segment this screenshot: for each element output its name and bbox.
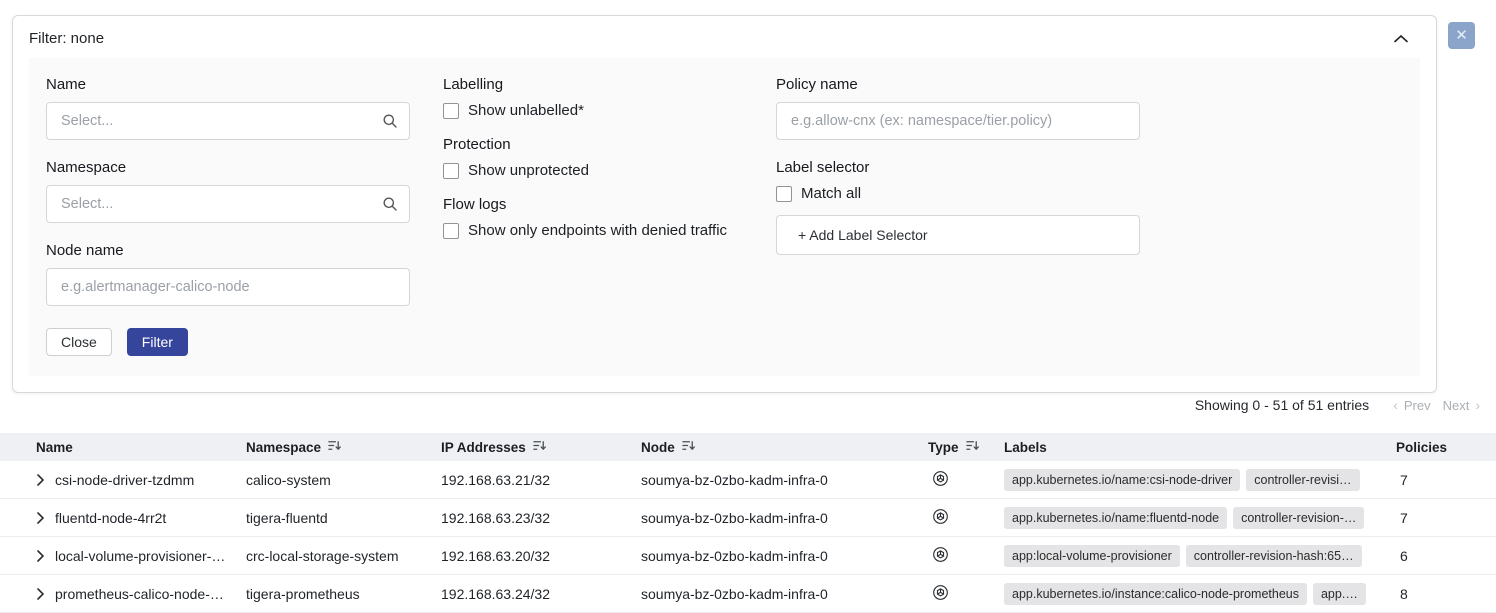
close-panel-button[interactable]: ✕ [1448,22,1475,49]
row-expand-chevron-icon[interactable] [36,512,45,524]
match-all-label: Match all [801,185,861,202]
policies-count: 7 [1396,472,1496,488]
chevron-up-icon [1394,31,1408,46]
match-all-row[interactable]: Match all [776,185,1140,202]
denied-traffic-checkbox[interactable] [443,223,459,239]
policies-count: 8 [1396,586,1496,602]
namespace-cell: tigera-prometheus [246,586,441,602]
sort-icon[interactable] [966,439,979,455]
node-name-field-label: Node name [46,242,410,259]
filter-panel-header: Filter: none [13,16,1436,58]
close-icon: ✕ [1455,28,1468,43]
row-expand-chevron-icon[interactable] [36,550,45,562]
policy-name-input[interactable] [776,102,1140,140]
sort-icon[interactable] [328,439,341,455]
node-cell: soumya-bz-0zbo-kadm-infra-0 [641,510,928,526]
filter-panel: Filter: none Name Namespace [12,15,1437,393]
denied-traffic-row[interactable]: Show only endpoints with denied traffic [443,222,743,239]
labels-cell: app.kubernetes.io/name:fluentd-node cont… [1004,507,1396,529]
add-label-selector-button[interactable]: + Add Label Selector [776,215,1140,255]
policy-name-field-label: Policy name [776,76,1140,93]
policies-count: 7 [1396,510,1496,526]
node-cell: soumya-bz-0zbo-kadm-infra-0 [641,472,928,488]
namespace-select-input[interactable] [46,185,410,223]
prev-page-button[interactable]: Prev [1404,398,1431,413]
column-header-policies: Policies [1396,440,1496,455]
label-pill: app.kubernetes.io/name:fluentd-node [1004,507,1227,529]
table-row: csi-node-driver-tzdmm calico-system 192.… [0,461,1496,499]
table-row: prometheus-calico-node-… tigera-promethe… [0,575,1496,613]
labels-cell: app.kubernetes.io/instance:calico-node-p… [1004,583,1396,605]
match-all-checkbox[interactable] [776,186,792,202]
labelling-heading: Labelling [443,76,743,93]
next-page-button[interactable]: Next [1443,398,1470,413]
name-select-input[interactable] [46,102,410,140]
denied-traffic-label: Show only endpoints with denied traffic [468,222,727,239]
node-cell: soumya-bz-0zbo-kadm-infra-0 [641,586,928,602]
namespace-field-label: Namespace [46,159,410,176]
collapse-filter-button[interactable] [1392,29,1410,48]
entries-summary: Showing 0 - 51 of 51 entries [1195,397,1369,413]
show-unlabelled-label: Show unlabelled* [468,102,584,119]
label-pill: app.kubernetes.io/name:csi-node-driver [1004,469,1240,491]
endpoints-table: Name Namespace IP Addresses Node Type La… [0,433,1496,613]
label-pill: app.… [1313,583,1366,605]
table-row: local-volume-provisioner-… crc-local-sto… [0,537,1496,575]
namespace-cell: calico-system [246,472,441,488]
table-header-row: Name Namespace IP Addresses Node Type La… [0,433,1496,461]
pod-icon [932,470,949,490]
column-header-type[interactable]: Type [928,439,1004,455]
label-pill: app.kubernetes.io/instance:calico-node-p… [1004,583,1307,605]
column-header-labels: Labels [1004,440,1396,455]
pagination: Showing 0 - 51 of 51 entries ‹ Prev Next… [1195,397,1480,413]
ip-addresses-cell: 192.168.63.23/32 [441,510,641,526]
show-unprotected-row[interactable]: Show unprotected [443,162,743,179]
ip-addresses-cell: 192.168.63.24/32 [441,586,641,602]
name-field-label: Name [46,76,410,93]
node-name-input[interactable] [46,268,410,306]
policies-count: 6 [1396,548,1496,564]
label-pill: controller-revision-… [1233,507,1364,529]
endpoint-name: local-volume-provisioner-… [55,548,225,564]
sort-icon[interactable] [682,439,695,455]
label-pill: app:local-volume-provisioner [1004,545,1180,567]
pod-icon [932,546,949,566]
node-cell: soumya-bz-0zbo-kadm-infra-0 [641,548,928,564]
pod-icon [932,508,949,528]
pod-icon [932,584,949,604]
namespace-cell: tigera-fluentd [246,510,441,526]
show-unprotected-label: Show unprotected [468,162,589,179]
label-pill: controller-revision-hash:65… [1186,545,1362,567]
table-row: fluentd-node-4rr2t tigera-fluentd 192.16… [0,499,1496,537]
row-expand-chevron-icon[interactable] [36,588,45,600]
chevron-left-icon: ‹ [1393,397,1398,413]
ip-addresses-cell: 192.168.63.21/32 [441,472,641,488]
show-unlabelled-row[interactable]: Show unlabelled* [443,102,743,119]
column-header-namespace[interactable]: Namespace [246,439,441,455]
endpoint-name: prometheus-calico-node-… [55,586,224,602]
column-header-name: Name [36,440,246,455]
apply-filter-button[interactable]: Filter [127,328,188,356]
filter-panel-title: Filter: none [29,30,104,47]
labels-cell: app.kubernetes.io/name:csi-node-driver c… [1004,469,1396,491]
row-expand-chevron-icon[interactable] [36,474,45,486]
filter-panel-body: Name Namespace Node name [29,58,1420,376]
show-unlabelled-checkbox[interactable] [443,103,459,119]
namespace-cell: crc-local-storage-system [246,548,441,564]
labels-cell: app:local-volume-provisioner controller-… [1004,545,1396,567]
chevron-right-icon: › [1475,397,1480,413]
column-header-node[interactable]: Node [641,439,928,455]
endpoint-name: csi-node-driver-tzdmm [55,472,194,488]
column-header-ip-addresses[interactable]: IP Addresses [441,439,641,455]
show-unprotected-checkbox[interactable] [443,163,459,179]
label-selector-heading: Label selector [776,159,1140,176]
label-pill: controller-revisi… [1246,469,1359,491]
close-filter-button[interactable]: Close [46,328,112,356]
protection-heading: Protection [443,136,743,153]
ip-addresses-cell: 192.168.63.20/32 [441,548,641,564]
endpoint-name: fluentd-node-4rr2t [55,510,166,526]
sort-icon[interactable] [533,439,546,455]
flow-logs-heading: Flow logs [443,196,743,213]
